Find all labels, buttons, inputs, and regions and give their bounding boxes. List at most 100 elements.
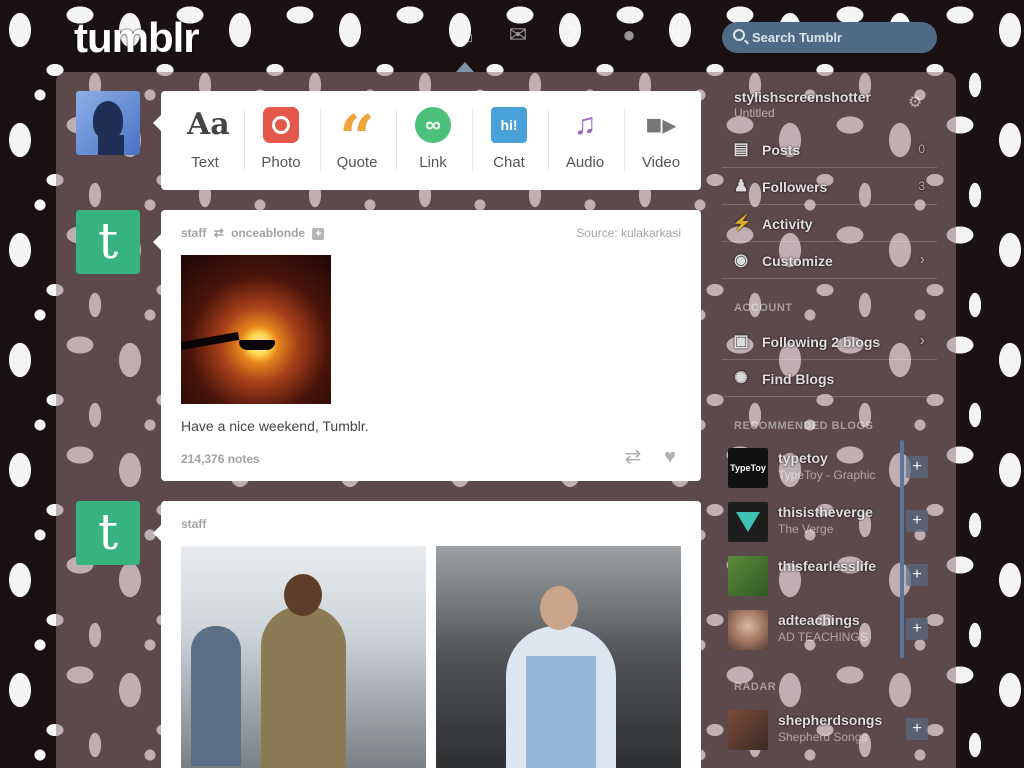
lightning-icon[interactable]: ↯ <box>664 22 690 48</box>
staff-avatar[interactable]: t <box>76 501 140 565</box>
text-icon: Aa <box>187 107 230 142</box>
post-header: staff ⇄ onceablonde + <box>181 226 325 240</box>
reblog-button[interactable]: ⇄ <box>621 446 645 468</box>
post-photo[interactable] <box>180 255 331 404</box>
follow-plus-icon[interactable]: + <box>906 564 928 586</box>
post-notes-count[interactable]: 214,376 notes <box>181 452 260 466</box>
recommended-blog-name[interactable]: thisfearlesslife <box>778 558 876 574</box>
recommended-blog-desc: AD TEACHINGS <box>778 630 868 644</box>
mail-icon[interactable]: ✉ <box>505 22 531 48</box>
sidebar-item-find-blogs[interactable]: ✺ Find Blogs <box>722 360 937 397</box>
blog-avatar <box>728 610 768 650</box>
sidebar-item-label: Find Blogs <box>762 371 835 387</box>
recommended-blog-desc: The Verge <box>778 522 834 536</box>
section-heading: RECOMMENDED BLOGS <box>734 420 874 432</box>
recommended-blog-name[interactable]: typetoy <box>778 450 828 466</box>
sidebar-item-posts[interactable]: ▤ Posts 0 <box>722 131 937 168</box>
sidebar-item-label: Followers <box>762 179 828 195</box>
sidebar-item-activity[interactable]: ⚡ Activity <box>722 205 937 242</box>
section-heading: ACCOUNT <box>734 302 793 314</box>
radar-blog-desc: Shepherd Songs <box>778 730 868 744</box>
recommended-blog-name[interactable]: adteachings <box>778 612 860 628</box>
user-avatar[interactable] <box>76 91 140 155</box>
followers-icon: ♟ <box>733 178 749 195</box>
recommended-blog[interactable]: thisfearlesslife + <box>728 552 928 602</box>
account-icon[interactable]: ● <box>616 22 642 48</box>
sidebar-blog-name[interactable]: stylishscreenshotter <box>734 89 871 105</box>
blog-settings-gear-icon[interactable]: ⚙ <box>908 92 922 112</box>
post: staff ⇄ onceablonde + Source: kulakarkas… <box>153 210 701 481</box>
sidebar-item-customize[interactable]: ◉ Customize › <box>722 242 937 279</box>
recommended-blog[interactable]: thisistheverge The Verge + <box>728 498 928 548</box>
sidebar-item-label: Customize <box>762 253 833 269</box>
camera-icon <box>263 107 299 143</box>
post: staff <box>153 501 701 768</box>
post-author-link[interactable]: staff <box>181 226 206 240</box>
composer-label: Video <box>641 154 681 171</box>
new-text-post-button[interactable]: Aa Text <box>167 91 243 190</box>
sidebar-blog-subtitle: Untitled <box>734 106 775 120</box>
video-camera-icon: ■▸ <box>645 109 677 140</box>
eye-icon: ◉ <box>734 252 748 269</box>
tumblr-logo[interactable]: tumblr <box>74 14 200 62</box>
post-source-link[interactable]: Source: kulakarkasi <box>576 226 681 240</box>
recommended-scrollbar[interactable] <box>900 440 904 658</box>
radar-blog[interactable]: shepherdsongs Shepherd Songs + <box>728 706 928 756</box>
composer-label: Link <box>419 154 447 171</box>
recommended-blog[interactable]: TypeToy typetoy TypeToy - Graphic + <box>728 444 928 494</box>
find-blogs-icon: ✺ <box>734 370 748 387</box>
post-composer: Aa Text Photo “ Quote ∞ Link hi! Chat ♫ … <box>153 91 701 190</box>
sidebar-item-label: Posts <box>762 142 801 158</box>
radar-blog-name[interactable]: shepherdsongs <box>778 712 882 728</box>
post-photo[interactable] <box>181 546 426 768</box>
chat-icon: hi! <box>491 107 527 143</box>
new-link-post-button[interactable]: ∞ Link <box>395 91 471 190</box>
sidebar-item-following[interactable]: ▣ Following 2 blogs › <box>722 323 937 360</box>
home-icon[interactable]: ⌂ <box>454 22 480 48</box>
new-video-post-button[interactable]: ■▸ Video <box>623 91 699 190</box>
new-quote-post-button[interactable]: “ Quote <box>319 91 395 190</box>
post-caption: Have a nice weekend, Tumblr. <box>181 418 369 434</box>
search-input[interactable]: Search Tumblr <box>722 22 937 53</box>
blog-avatar: TypeToy <box>728 448 768 488</box>
chevron-right-icon: › <box>919 332 925 349</box>
active-nav-indicator <box>456 62 474 72</box>
help-icon[interactable]: ? <box>558 22 584 48</box>
search-placeholder: Search Tumblr <box>752 30 843 45</box>
reblog-icon: ⇄ <box>213 226 224 240</box>
post-header: staff <box>181 517 206 531</box>
post-author-link[interactable]: staff <box>181 517 206 531</box>
activity-icon: ⚡ <box>732 215 752 232</box>
new-photo-post-button[interactable]: Photo <box>243 91 319 190</box>
like-heart-icon[interactable]: ♥ <box>658 446 682 468</box>
follow-plus-icon[interactable]: + <box>906 456 928 478</box>
composer-label: Quote <box>336 154 378 171</box>
headphones-icon: ♫ <box>573 108 597 141</box>
composer-label: Chat <box>493 154 525 171</box>
chevron-right-icon: › <box>919 251 925 268</box>
recommended-blog-desc: TypeToy - Graphic <box>778 468 876 482</box>
reblogged-from-link[interactable]: onceablonde <box>231 226 305 240</box>
new-chat-post-button[interactable]: hi! Chat <box>471 91 547 190</box>
follow-plus-icon[interactable]: + <box>906 718 928 740</box>
composer-label: Photo <box>261 154 301 171</box>
blog-avatar <box>728 710 768 750</box>
post-photo[interactable] <box>436 546 681 768</box>
composer-label: Text <box>191 154 219 171</box>
recommended-blog-name[interactable]: thisistheverge <box>778 504 873 520</box>
quote-icon: “ <box>339 101 375 174</box>
follow-plus-icon[interactable]: + <box>906 618 928 640</box>
sidebar-item-count: 0 <box>918 142 925 156</box>
new-audio-post-button[interactable]: ♫ Audio <box>547 91 623 190</box>
blog-avatar <box>728 556 768 596</box>
recommended-blog[interactable]: adteachings AD TEACHINGS + <box>728 606 928 656</box>
staff-avatar[interactable]: t <box>76 210 140 274</box>
follow-plus-icon[interactable]: + <box>906 510 928 532</box>
sidebar-item-followers[interactable]: ♟ Followers 3 <box>722 168 937 205</box>
search-icon <box>733 29 745 41</box>
follow-plus-icon[interactable]: + <box>312 227 325 240</box>
section-heading: RADAR <box>734 681 777 693</box>
link-icon: ∞ <box>415 107 451 143</box>
top-bar: tumblr ⌂ ✉ ? ● ↯ Search Tumblr <box>0 0 1024 72</box>
sidebar-item-label: Following 2 blogs <box>762 334 881 350</box>
